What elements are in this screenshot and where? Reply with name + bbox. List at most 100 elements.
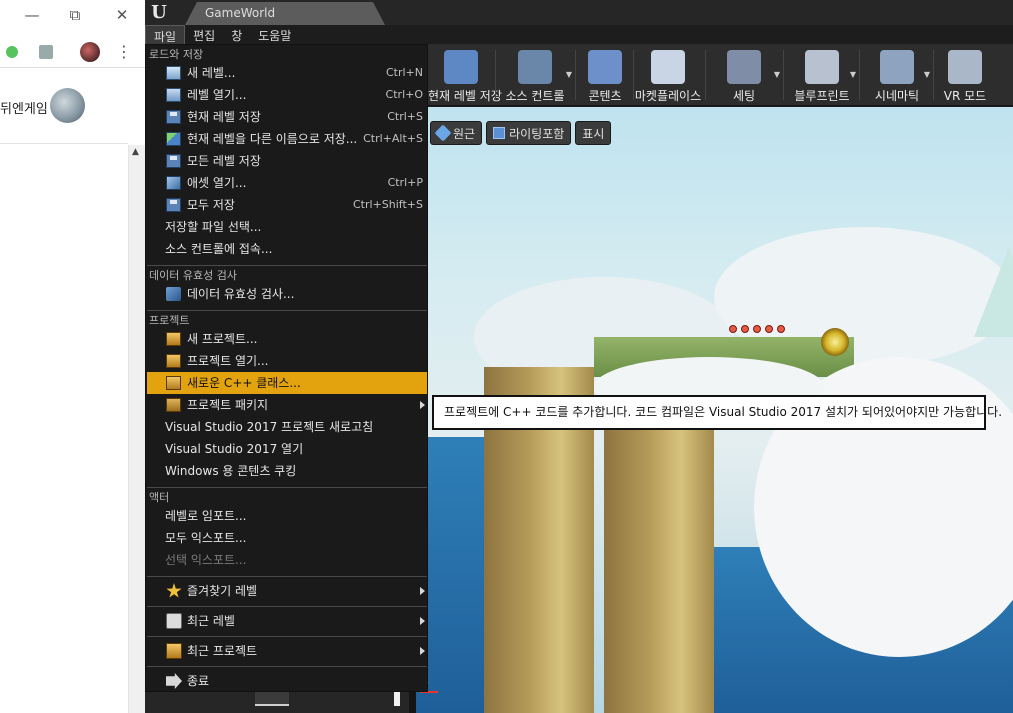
shortcut-label: Ctrl+N <box>385 66 423 79</box>
minimize-button[interactable]: — <box>12 0 52 30</box>
extension-puzzle-icon[interactable] <box>36 42 56 62</box>
menu-edit[interactable]: 편집 <box>185 25 223 44</box>
viewport-lit-button[interactable]: 라이팅포함 <box>486 121 572 145</box>
file-menu-item-label: Visual Studio 2017 프로젝트 새로고침 <box>165 420 374 434</box>
file-menu-item[interactable]: 현재 레벨 저장 Ctrl+S <box>147 106 427 128</box>
profile-avatar[interactable] <box>80 42 100 62</box>
level-tab[interactable]: GameWorld <box>185 2 385 25</box>
file-menu-item[interactable]: Visual Studio 2017 프로젝트 새로고침 <box>147 416 427 438</box>
open-level-icon <box>166 88 181 102</box>
browser-menu-button[interactable]: ⋮ <box>116 42 132 62</box>
toolbar-content-button[interactable]: 콘텐츠 <box>578 44 632 106</box>
browser-scrollbar[interactable]: ▲ <box>128 145 145 713</box>
dropdown-caret-icon[interactable]: ▼ <box>774 70 780 79</box>
close-button[interactable]: ✕ <box>102 0 142 30</box>
menu-file[interactable]: 파일 <box>145 25 186 44</box>
file-menu-item[interactable]: 새 레벨... Ctrl+N <box>147 62 427 84</box>
menu-window[interactable]: 창 <box>223 25 250 44</box>
new-level-icon <box>166 66 181 80</box>
file-menu-item-label: 모두 저장 <box>187 198 235 212</box>
site-avatar[interactable] <box>50 88 85 123</box>
marketplace-icon <box>651 50 685 84</box>
shortcut-label: Ctrl+Shift+S <box>353 198 423 211</box>
restore-button[interactable]: ⧉ <box>55 0 95 30</box>
content-icon <box>588 50 622 84</box>
file-menu-item[interactable]: Visual Studio 2017 열기 <box>147 438 427 460</box>
file-menu-item[interactable]: 최근 프로젝트 <box>147 637 427 665</box>
file-menu-item-label: 종료 <box>187 674 210 688</box>
toolbar-vr-button[interactable]: VR 모드 <box>936 44 994 106</box>
toolbar-label: 콘텐츠 <box>588 89 622 103</box>
file-menu-dropdown: 로드와 저장 새 레벨... Ctrl+N 레벨 열기... Ctrl+O 현재 레벨 저… <box>145 44 428 692</box>
file-menu-item[interactable]: 새 프로젝트... <box>147 328 427 350</box>
extension-green-icon[interactable] <box>4 42 20 62</box>
file-menu-item-label: 현재 레벨을 다른 이름으로 저장... <box>187 132 358 146</box>
dropdown-caret-icon[interactable]: ▼ <box>850 70 856 79</box>
toolbar-gear-button[interactable]: 세팅 ▼ <box>706 44 782 106</box>
file-menu-item-label: 프로젝트 패키지 <box>187 398 269 412</box>
blueprint-icon <box>805 50 839 84</box>
file-menu-item[interactable]: 레벨 열기... Ctrl+O <box>147 84 427 106</box>
source-control-icon <box>518 50 552 84</box>
recent-project-icon <box>166 643 182 659</box>
toolbar-label: 소스 컨트롤 <box>505 89 565 103</box>
toolbar-cinematic-button[interactable]: 시네마틱 ▼ <box>862 44 932 106</box>
toolbar-blueprint-button[interactable]: 블루프린트 ▼ <box>786 44 858 106</box>
file-menu-item[interactable]: 저장할 파일 선택... <box>147 216 427 238</box>
submenu-arrow-icon <box>420 401 425 409</box>
file-menu-item[interactable]: 새로운 C++ 클래스... <box>147 372 427 394</box>
file-menu-item[interactable]: 모두 저장 Ctrl+Shift+S <box>147 194 427 216</box>
toolbar-label: 현재 레벨 저장 <box>428 89 502 103</box>
scrollbar-thumb[interactable] <box>394 692 400 706</box>
file-menu-item[interactable]: 프로젝트 패키지 <box>147 394 427 416</box>
site-name[interactable]: 뒤엔게임 <box>0 98 48 117</box>
file-menu-item[interactable]: 데이터 유효성 검사... <box>147 283 427 305</box>
dropdown-caret-icon[interactable]: ▼ <box>566 70 572 79</box>
save-icon <box>444 50 478 84</box>
file-menu-item[interactable]: 소스 컨트롤에 접속... <box>147 238 427 260</box>
divider <box>0 143 128 144</box>
menu-help[interactable]: 도움말 <box>250 25 299 44</box>
dropdown-caret-icon[interactable]: ▼ <box>924 70 930 79</box>
lit-icon <box>493 127 506 139</box>
file-menu-item[interactable]: 모든 레벨 저장 <box>147 150 427 172</box>
toolbar-label: VR 모드 <box>943 89 987 103</box>
gear-icon <box>727 50 761 84</box>
panel-edge <box>409 692 416 713</box>
file-menu-item-label: 최근 프로젝트 <box>187 644 258 658</box>
file-menu-item-label: 소스 컨트롤에 접속... <box>165 242 273 256</box>
tooltip: 프로젝트에 C++ 코드를 추가합니다. 코드 컴파일은 Visual Stud… <box>432 395 1002 430</box>
toolbar-source-control-button[interactable]: 소스 컨트롤 ▼ <box>496 44 574 106</box>
file-menu-item[interactable]: 종료 <box>147 667 427 695</box>
toolbar-save-button[interactable]: 현재 레벨 저장 <box>428 44 502 106</box>
file-menu-item: 선택 익스포트... <box>147 549 427 571</box>
package-project-icon <box>166 398 181 412</box>
viewport-perspective-button[interactable]: 원근 <box>430 121 483 145</box>
file-menu-item[interactable]: 모두 익스포트... <box>147 527 427 549</box>
file-menu-item[interactable]: 레벨로 임포트... <box>147 505 427 527</box>
file-menu-item[interactable]: 애셋 열기... Ctrl+P <box>147 172 427 194</box>
file-menu-item-label: 현재 레벨 저장 <box>187 110 261 124</box>
toolbar-marketplace-button[interactable]: 마켓플레이스 <box>632 44 704 106</box>
validate-data-icon <box>166 287 181 301</box>
file-menu-item[interactable]: Windows 용 콘텐츠 쿠킹 <box>147 460 427 482</box>
recent-level-icon <box>166 613 182 629</box>
viewport-button-label: 원근 <box>453 126 476 141</box>
submenu-arrow-icon <box>420 617 425 625</box>
asset-thumbnail[interactable] <box>255 692 289 706</box>
file-menu-item[interactable]: 현재 레벨을 다른 이름으로 저장... Ctrl+Alt+S <box>147 128 427 150</box>
toolbar-separator <box>933 50 934 100</box>
cinematic-icon <box>880 50 914 84</box>
file-menu-item[interactable]: 즐겨찾기 레벨 <box>147 577 427 605</box>
vr-icon <box>948 50 982 84</box>
viewport-show-button[interactable]: 표시 <box>575 121 612 145</box>
toolbar-label: 블루프린트 <box>794 89 850 103</box>
file-menu-item[interactable]: 프로젝트 열기... <box>147 350 427 372</box>
scroll-up-icon[interactable]: ▲ <box>132 147 139 157</box>
viewport-button-label: 라이팅포함 <box>509 126 565 141</box>
toolbar-label: 마켓플레이스 <box>634 89 702 103</box>
open-asset-icon <box>166 176 181 190</box>
file-menu-item[interactable]: 최근 레벨 <box>147 607 427 635</box>
shortcut-label: Ctrl+O <box>385 88 423 101</box>
viewport-button-label: 표시 <box>582 126 605 141</box>
